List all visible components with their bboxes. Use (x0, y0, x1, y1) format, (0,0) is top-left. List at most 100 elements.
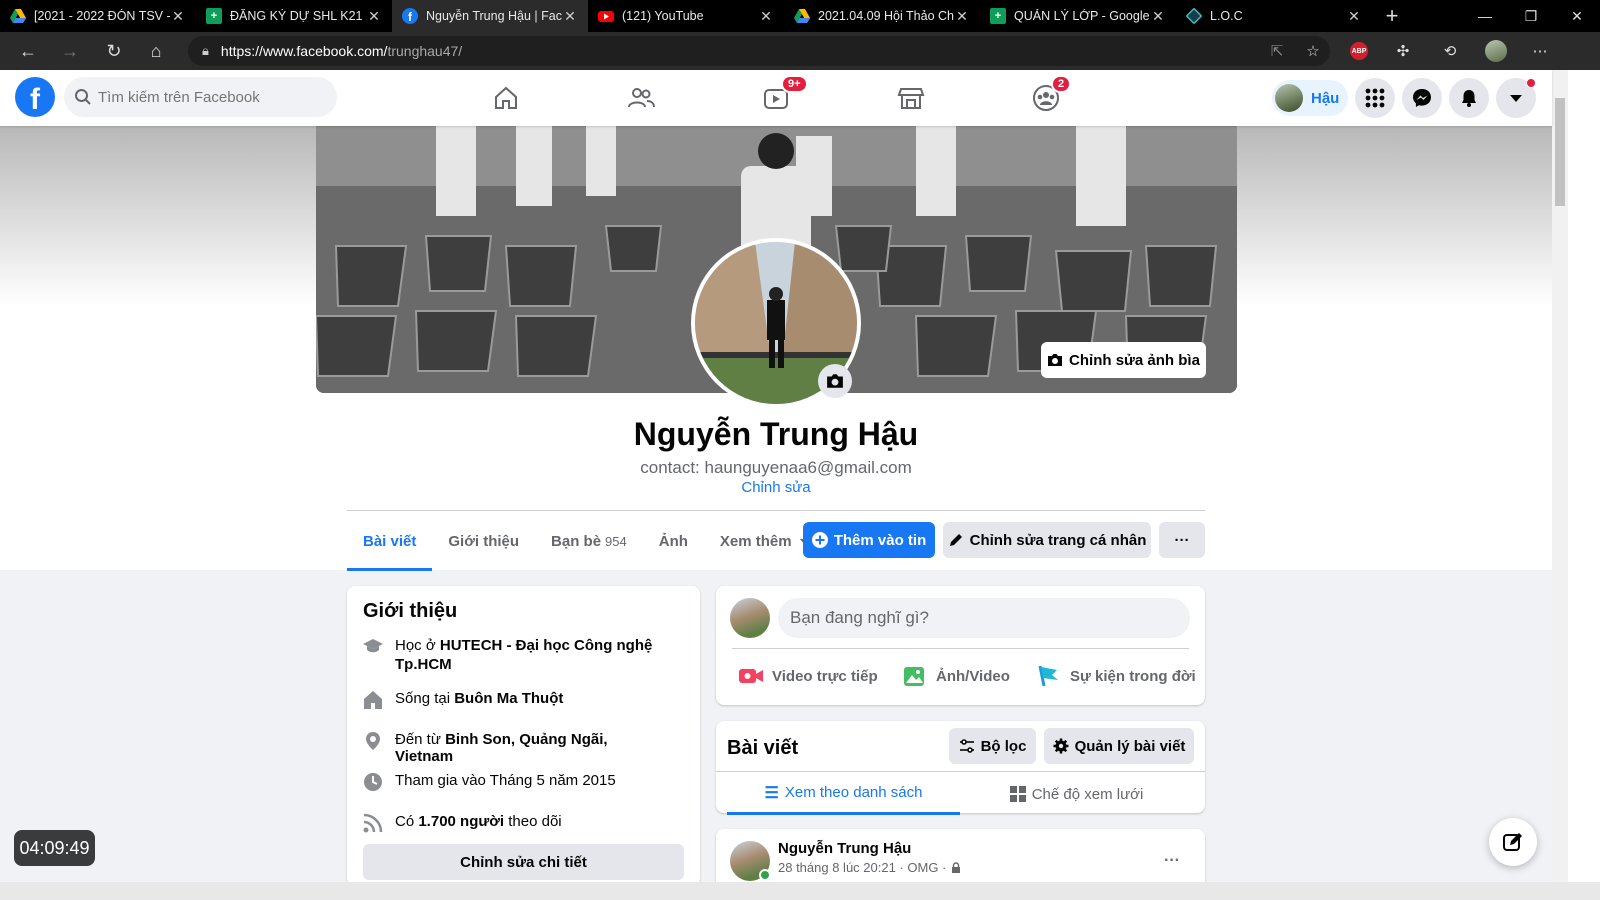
rss-icon (363, 813, 383, 833)
manage-posts-button[interactable]: Quản lý bài viết (1044, 728, 1194, 764)
new-message-button[interactable] (1489, 818, 1537, 866)
filter-button[interactable]: Bộ lọc (949, 728, 1036, 764)
house-icon (363, 690, 383, 710)
online-dot (759, 869, 771, 881)
life-event-button[interactable]: Sự kiện trong đời (1036, 654, 1196, 698)
restore-icon[interactable]: ❐ (1508, 0, 1554, 32)
nav-marketplace[interactable] (856, 70, 966, 126)
history-icon[interactable]: ⟲ (1434, 32, 1466, 70)
menu-button[interactable] (1355, 78, 1395, 118)
clock-overlay: 04:09:49 (14, 830, 95, 866)
close-window-icon[interactable]: ✕ (1554, 0, 1600, 32)
favorites-star-icon[interactable]: ☆ (1297, 32, 1329, 70)
nav-groups[interactable]: 2 (991, 70, 1101, 126)
url-prefix: https://www.facebook.com/ (220, 43, 388, 59)
browser-profile-avatar[interactable] (1480, 32, 1512, 70)
close-tab-icon[interactable]: ✕ (366, 8, 382, 25)
browser-tab[interactable]: (121) YouTube ✕ (588, 0, 784, 32)
edit-details-button[interactable]: Chỉnh sửa chi tiết (363, 844, 684, 880)
browser-tab[interactable]: + QUẢN LÝ LỚP - Google T ✕ (980, 0, 1176, 32)
add-story-button[interactable]: Thêm vào tin (803, 522, 935, 558)
new-tab-icon[interactable]: + (1372, 3, 1412, 29)
nav-watch[interactable]: 9+ (721, 70, 831, 126)
tab-photos[interactable]: Ảnh (643, 511, 704, 571)
gear-icon (1053, 738, 1069, 754)
profile-shortcut[interactable]: Hậu (1272, 80, 1348, 116)
nav-home[interactable] (451, 70, 561, 126)
change-photo-button[interactable] (818, 364, 852, 398)
intro-joined: Tham gia vào Tháng 5 năm 2015 (363, 772, 663, 792)
intro-joined-text: Tham gia vào Tháng 5 năm 2015 (395, 772, 616, 789)
lock-icon (952, 861, 961, 873)
intro-followers-count[interactable]: 1.700 người (418, 813, 504, 830)
intro-lives: Sống tại Buôn Ma Thuột (363, 690, 663, 710)
intro-study: Học ở HUTECH - Đại học Công nghệ Tp.HCM (363, 636, 663, 674)
composer-placeholder: Bạn đang nghĩ gì? (790, 608, 929, 627)
close-tab-icon[interactable]: ✕ (170, 8, 186, 25)
edit-bio-link[interactable]: Chỉnh sửa (0, 479, 1552, 496)
notifications-button[interactable] (1449, 78, 1489, 118)
intro-live-place[interactable]: Buôn Ma Thuột (454, 690, 563, 707)
more-options-button[interactable]: ··· (1159, 522, 1205, 558)
avatar[interactable] (730, 598, 770, 638)
live-video-button[interactable]: Video trực tiếp (738, 654, 878, 698)
composer-divider (732, 648, 1189, 649)
forward-icon[interactable]: → (48, 32, 92, 70)
tab-title: ĐĂNG KÝ DỰ SHL K21 - (230, 9, 366, 23)
tab-label: Xem thêm (719, 532, 792, 550)
post-options-button[interactable]: ··· (1154, 843, 1190, 879)
scrollbar[interactable] (1552, 70, 1568, 882)
home-icon[interactable]: ⌂ (134, 32, 178, 70)
camera-icon (827, 374, 843, 388)
account-button[interactable] (1496, 78, 1536, 118)
google-drive-icon (794, 8, 810, 24)
open-in-app-icon[interactable]: ⇱ (1261, 32, 1293, 70)
scrollbar-thumb[interactable] (1555, 98, 1565, 206)
post-meta-text[interactable]: 28 tháng 8 lúc 20:21 · OMG · (778, 860, 946, 875)
whats-on-your-mind-input[interactable]: Bạn đang nghĩ gì? (778, 598, 1190, 638)
tab-list-view[interactable]: ☰ Xem theo danh sách (727, 773, 960, 815)
browser-menu-icon[interactable]: ⋯ (1524, 32, 1556, 70)
tab-posts[interactable]: Bài viết (347, 511, 433, 571)
avatar (1275, 84, 1303, 112)
back-icon[interactable]: ← (6, 32, 50, 70)
facebook-header: f 9+ 2 Hậu (0, 70, 1552, 126)
facebook-logo[interactable]: f (15, 77, 55, 117)
post-meta: 28 tháng 8 lúc 20:21 · OMG · (778, 860, 962, 875)
edit-cover-button[interactable]: Chỉnh sửa ảnh bìa (1041, 342, 1206, 378)
post-author[interactable]: Nguyễn Trung Hậu (778, 840, 911, 857)
adblock-icon[interactable]: ABP (1343, 32, 1375, 70)
edit-profile-button[interactable]: Chỉnh sửa trang cá nhân (943, 522, 1151, 558)
messenger-button[interactable] (1402, 78, 1442, 118)
tab-about[interactable]: Giới thiệu (432, 511, 535, 571)
extensions-icon[interactable]: ✣ (1387, 32, 1419, 70)
close-tab-icon[interactable]: ✕ (758, 8, 774, 25)
refresh-icon[interactable]: ↻ (92, 32, 136, 70)
browser-tab[interactable]: 2021.04.09 Hội Thảo Chí ✕ (784, 0, 980, 32)
search-box[interactable] (64, 77, 337, 117)
url-field[interactable]: 🔒︎ https://www.facebook.com/trunghau47/ (188, 36, 1330, 66)
google-sheets-icon: + (206, 8, 222, 24)
compose-icon (1503, 833, 1522, 851)
close-tab-icon[interactable]: ✕ (1346, 8, 1362, 25)
close-tab-icon[interactable]: ✕ (954, 8, 970, 25)
tab-friends[interactable]: Bạn bè 954 (535, 511, 643, 571)
close-tab-icon[interactable]: ✕ (1150, 8, 1166, 25)
browser-tab[interactable]: L.O.C ✕ (1176, 0, 1372, 32)
list-view-label: Xem theo danh sách (784, 784, 923, 801)
youtube-icon (598, 8, 614, 24)
minimize-icon[interactable]: — (1462, 0, 1508, 32)
tab-grid-view[interactable]: Chế độ xem lưới (960, 773, 1193, 815)
intro-study-prefix: Học ở (395, 637, 440, 654)
browser-tab[interactable]: [2021 - 2022 ĐÓN TSV - ✕ (0, 0, 196, 32)
facebook-icon: f (402, 8, 418, 24)
browser-tab[interactable]: + ĐĂNG KÝ DỰ SHL K21 - ✕ (196, 0, 392, 32)
photo-video-button[interactable]: Ảnh/Video (902, 654, 1010, 698)
intro-from-prefix: Đến từ (395, 731, 446, 748)
search-input[interactable] (98, 88, 318, 106)
close-tab-icon[interactable]: ✕ (562, 8, 578, 25)
nav-friends[interactable] (586, 70, 696, 126)
google-drive-icon (10, 8, 26, 24)
intro-followers-prefix: Có (395, 813, 419, 830)
browser-tab-active[interactable]: f Nguyễn Trung Hậu | Face ✕ (392, 0, 588, 32)
